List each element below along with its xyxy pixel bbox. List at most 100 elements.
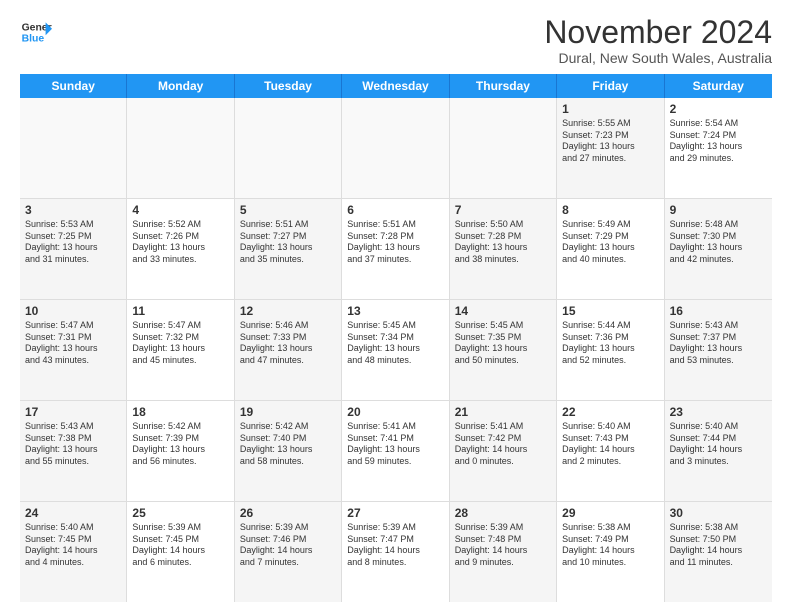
cell-info: Daylight: 13 hours bbox=[562, 141, 658, 153]
logo: General Blue bbox=[20, 16, 52, 48]
weekday-header: Sunday bbox=[20, 74, 127, 98]
cell-info: Daylight: 13 hours bbox=[455, 242, 551, 254]
cell-info: Sunrise: 5:42 AM bbox=[240, 421, 336, 433]
calendar-row: 17Sunrise: 5:43 AMSunset: 7:38 PMDayligh… bbox=[20, 401, 772, 502]
day-number: 16 bbox=[670, 304, 767, 318]
cell-info: Sunset: 7:41 PM bbox=[347, 433, 443, 445]
cell-info: Sunset: 7:23 PM bbox=[562, 130, 658, 142]
cell-info: and 45 minutes. bbox=[132, 355, 228, 367]
cell-info: and 47 minutes. bbox=[240, 355, 336, 367]
cell-info: Sunset: 7:48 PM bbox=[455, 534, 551, 546]
cell-info: and 33 minutes. bbox=[132, 254, 228, 266]
day-number: 29 bbox=[562, 506, 658, 520]
cell-info: Sunrise: 5:51 AM bbox=[240, 219, 336, 231]
calendar-cell: 26Sunrise: 5:39 AMSunset: 7:46 PMDayligh… bbox=[235, 502, 342, 602]
cell-info: Sunrise: 5:42 AM bbox=[132, 421, 228, 433]
cell-info: Sunset: 7:37 PM bbox=[670, 332, 767, 344]
calendar-cell: 17Sunrise: 5:43 AMSunset: 7:38 PMDayligh… bbox=[20, 401, 127, 501]
calendar-cell: 20Sunrise: 5:41 AMSunset: 7:41 PMDayligh… bbox=[342, 401, 449, 501]
day-number: 5 bbox=[240, 203, 336, 217]
cell-info: Sunset: 7:30 PM bbox=[670, 231, 767, 243]
cell-info: Sunrise: 5:39 AM bbox=[240, 522, 336, 534]
location: Dural, New South Wales, Australia bbox=[544, 50, 772, 66]
calendar-cell: 23Sunrise: 5:40 AMSunset: 7:44 PMDayligh… bbox=[665, 401, 772, 501]
calendar-cell: 27Sunrise: 5:39 AMSunset: 7:47 PMDayligh… bbox=[342, 502, 449, 602]
cell-info: Sunset: 7:32 PM bbox=[132, 332, 228, 344]
cell-info: Daylight: 14 hours bbox=[670, 444, 767, 456]
cell-info: and 42 minutes. bbox=[670, 254, 767, 266]
calendar-cell bbox=[450, 98, 557, 198]
cell-info: Sunrise: 5:40 AM bbox=[670, 421, 767, 433]
calendar-cell: 18Sunrise: 5:42 AMSunset: 7:39 PMDayligh… bbox=[127, 401, 234, 501]
cell-info: Daylight: 14 hours bbox=[347, 545, 443, 557]
cell-info: Sunrise: 5:47 AM bbox=[132, 320, 228, 332]
cell-info: Sunrise: 5:41 AM bbox=[455, 421, 551, 433]
cell-info: Sunrise: 5:45 AM bbox=[347, 320, 443, 332]
cell-info: Sunrise: 5:54 AM bbox=[670, 118, 767, 130]
day-number: 21 bbox=[455, 405, 551, 419]
cell-info: and 37 minutes. bbox=[347, 254, 443, 266]
day-number: 9 bbox=[670, 203, 767, 217]
cell-info: Daylight: 13 hours bbox=[240, 444, 336, 456]
cell-info: Sunrise: 5:43 AM bbox=[25, 421, 121, 433]
cell-info: and 10 minutes. bbox=[562, 557, 658, 569]
calendar-cell: 15Sunrise: 5:44 AMSunset: 7:36 PMDayligh… bbox=[557, 300, 664, 400]
cell-info: Daylight: 14 hours bbox=[455, 444, 551, 456]
cell-info: and 2 minutes. bbox=[562, 456, 658, 468]
cell-info: Daylight: 13 hours bbox=[670, 141, 767, 153]
cell-info: Sunrise: 5:50 AM bbox=[455, 219, 551, 231]
cell-info: Sunset: 7:33 PM bbox=[240, 332, 336, 344]
calendar-header: SundayMondayTuesdayWednesdayThursdayFrid… bbox=[20, 74, 772, 98]
cell-info: Sunrise: 5:51 AM bbox=[347, 219, 443, 231]
cell-info: Daylight: 13 hours bbox=[240, 242, 336, 254]
cell-info: Sunset: 7:24 PM bbox=[670, 130, 767, 142]
weekday-header: Monday bbox=[127, 74, 234, 98]
title-block: November 2024 Dural, New South Wales, Au… bbox=[544, 16, 772, 66]
day-number: 28 bbox=[455, 506, 551, 520]
calendar-cell: 3Sunrise: 5:53 AMSunset: 7:25 PMDaylight… bbox=[20, 199, 127, 299]
calendar-cell bbox=[20, 98, 127, 198]
cell-info: Sunset: 7:42 PM bbox=[455, 433, 551, 445]
cell-info: Daylight: 13 hours bbox=[347, 444, 443, 456]
day-number: 24 bbox=[25, 506, 121, 520]
calendar-cell: 2 Sunrise: 5:54 AMSunset: 7:24 PMDaylight… bbox=[665, 98, 772, 198]
cell-info: Sunset: 7:47 PM bbox=[347, 534, 443, 546]
cell-info: and 8 minutes. bbox=[347, 557, 443, 569]
calendar-row: 3Sunrise: 5:53 AMSunset: 7:25 PMDaylight… bbox=[20, 199, 772, 300]
weekday-header: Friday bbox=[557, 74, 664, 98]
calendar-cell bbox=[342, 98, 449, 198]
cell-info: Daylight: 14 hours bbox=[562, 545, 658, 557]
calendar-cell: 4Sunrise: 5:52 AMSunset: 7:26 PMDaylight… bbox=[127, 199, 234, 299]
cell-info: and 38 minutes. bbox=[455, 254, 551, 266]
cell-info: Sunset: 7:29 PM bbox=[562, 231, 658, 243]
cell-info: Sunrise: 5:53 AM bbox=[25, 219, 121, 231]
cell-info: and 50 minutes. bbox=[455, 355, 551, 367]
cell-info: Sunset: 7:34 PM bbox=[347, 332, 443, 344]
day-number: 13 bbox=[347, 304, 443, 318]
cell-info: and 4 minutes. bbox=[25, 557, 121, 569]
cell-info: and 58 minutes. bbox=[240, 456, 336, 468]
calendar-cell: 30Sunrise: 5:38 AMSunset: 7:50 PMDayligh… bbox=[665, 502, 772, 602]
cell-info: Sunset: 7:39 PM bbox=[132, 433, 228, 445]
cell-info: Sunset: 7:44 PM bbox=[670, 433, 767, 445]
day-number: 18 bbox=[132, 405, 228, 419]
cell-info: Daylight: 13 hours bbox=[132, 242, 228, 254]
cell-info: Sunset: 7:35 PM bbox=[455, 332, 551, 344]
cell-info: and 56 minutes. bbox=[132, 456, 228, 468]
cell-info: and 0 minutes. bbox=[455, 456, 551, 468]
cell-info: Sunrise: 5:40 AM bbox=[25, 522, 121, 534]
calendar-cell: 12Sunrise: 5:46 AMSunset: 7:33 PMDayligh… bbox=[235, 300, 342, 400]
day-number: 4 bbox=[132, 203, 228, 217]
cell-info: Daylight: 13 hours bbox=[132, 343, 228, 355]
cell-info: Sunrise: 5:38 AM bbox=[562, 522, 658, 534]
page-header: General Blue November 2024 Dural, New So… bbox=[20, 16, 772, 66]
day-number: 2 bbox=[670, 102, 767, 116]
calendar-cell bbox=[127, 98, 234, 198]
cell-info: and 40 minutes. bbox=[562, 254, 658, 266]
calendar-cell: 13Sunrise: 5:45 AMSunset: 7:34 PMDayligh… bbox=[342, 300, 449, 400]
day-number: 11 bbox=[132, 304, 228, 318]
day-number: 30 bbox=[670, 506, 767, 520]
calendar-cell: 29Sunrise: 5:38 AMSunset: 7:49 PMDayligh… bbox=[557, 502, 664, 602]
cell-info: and 48 minutes. bbox=[347, 355, 443, 367]
cell-info: Daylight: 13 hours bbox=[240, 343, 336, 355]
